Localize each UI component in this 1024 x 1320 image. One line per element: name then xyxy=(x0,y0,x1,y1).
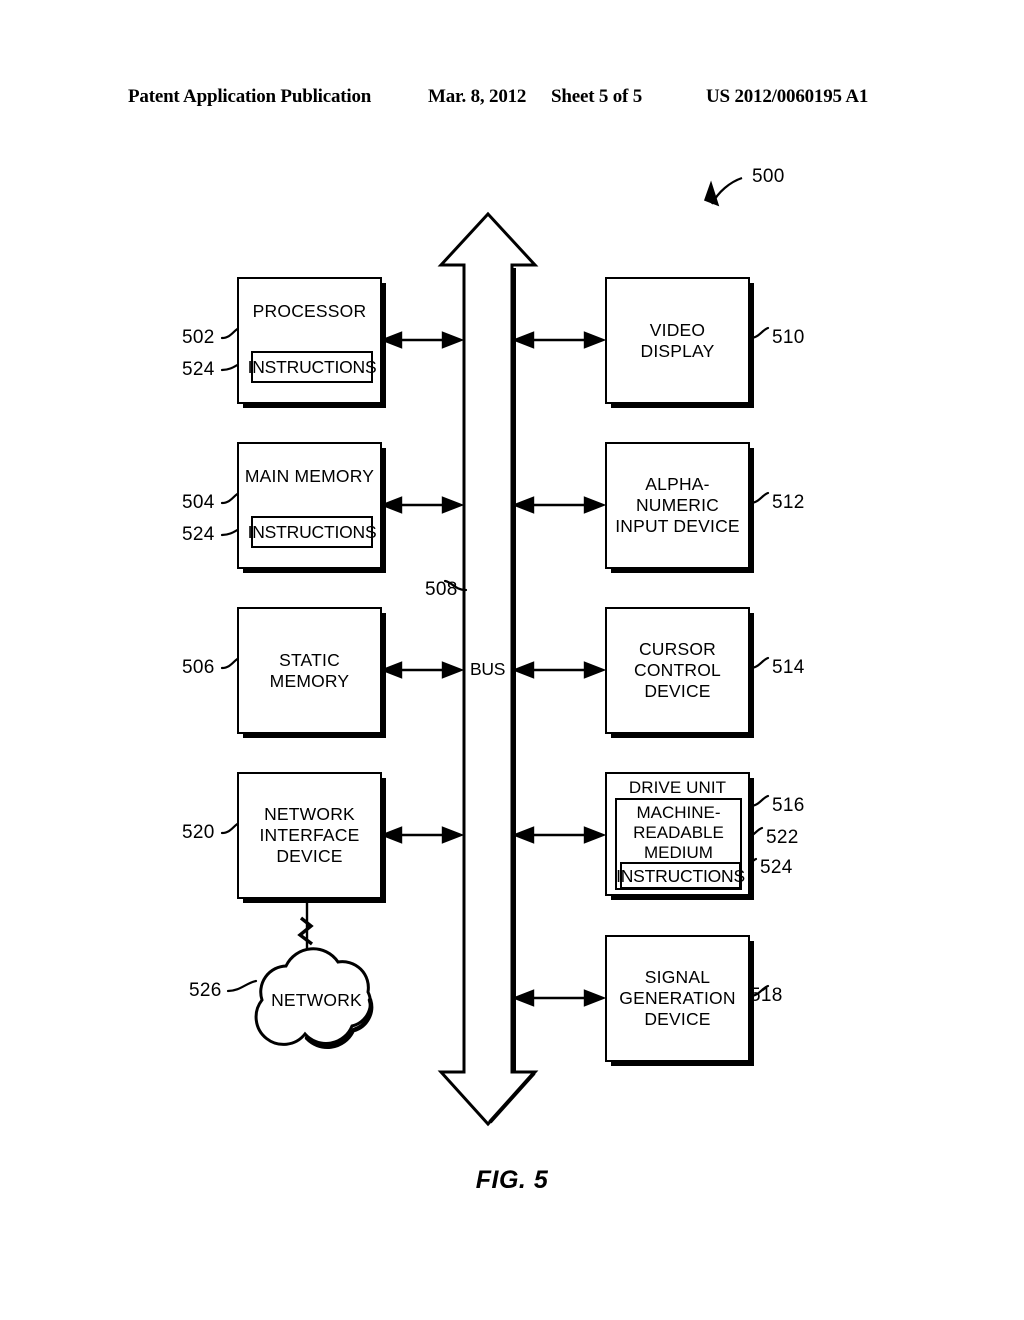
alpha-numeric-input-device-label: ALPHA-NUMERIC INPUT DEVICE xyxy=(615,474,740,536)
processor-label: PROCESSOR xyxy=(252,301,367,321)
network-cloud-label: NETWORK xyxy=(271,990,362,1010)
alpha-numeric-input-device-box[interactable]: ALPHA-NUMERIC INPUT DEVICE xyxy=(605,442,750,569)
static-memory-box[interactable]: STATIC MEMORY xyxy=(237,607,382,734)
ref-502: 502 xyxy=(182,327,215,348)
video-display-box[interactable]: VIDEO DISPLAY xyxy=(605,277,750,404)
connector-arrows-right xyxy=(511,331,607,1007)
ref-514: 514 xyxy=(772,657,805,678)
network-interface-device-box[interactable]: NETWORK INTERFACE DEVICE xyxy=(237,772,382,899)
drive-unit-title: DRIVE UNIT xyxy=(628,778,727,797)
ref-518: 518 xyxy=(750,985,783,1006)
bus-arrow-shadow xyxy=(488,268,536,1124)
video-display-label: VIDEO DISPLAY xyxy=(640,319,715,361)
signal-generation-device-box[interactable]: SIGNAL GENERATION DEVICE xyxy=(605,935,750,1062)
processor-instructions-label: INSTRUCTIONS xyxy=(247,357,377,377)
drive-unit-box[interactable]: DRIVE UNIT MACHINE- READABLE MEDIUM INST… xyxy=(605,772,750,896)
drive-unit-instructions-label: INSTRUCTIONS xyxy=(616,865,745,886)
machine-readable-medium-label: MACHINE- READABLE MEDIUM xyxy=(633,803,724,862)
cursor-control-device-label: CURSOR CONTROL DEVICE xyxy=(634,639,721,701)
lightning-bolt-icon xyxy=(297,916,314,946)
system-ref-leader xyxy=(711,176,743,205)
main-memory-box[interactable]: MAIN MEMORY INSTRUCTIONS xyxy=(237,442,382,569)
drive-unit-instructions-box[interactable]: INSTRUCTIONS xyxy=(616,862,745,889)
main-memory-label: MAIN MEMORY xyxy=(244,466,375,486)
processor-box[interactable]: PROCESSOR INSTRUCTIONS xyxy=(237,277,382,404)
ref-506: 506 xyxy=(182,657,215,678)
ref-524-main-memory: 524 xyxy=(182,524,215,545)
ref-500: 500 xyxy=(752,166,785,187)
ref-524-processor: 524 xyxy=(182,359,215,380)
patent-figure: PROCESSOR INSTRUCTIONS MAIN MEMORY INSTR… xyxy=(0,0,1024,1320)
bus-label: BUS xyxy=(470,659,506,679)
ref-526: 526 xyxy=(189,980,222,1001)
main-memory-instructions-label: INSTRUCTIONS xyxy=(247,522,377,542)
figure-caption: FIG. 5 xyxy=(475,1166,549,1194)
figure-line-art xyxy=(220,176,770,1127)
signal-generation-device-label: SIGNAL GENERATION DEVICE xyxy=(619,967,736,1029)
cursor-control-device-box[interactable]: CURSOR CONTROL DEVICE xyxy=(605,607,750,734)
processor-instructions-box[interactable]: INSTRUCTIONS xyxy=(248,351,377,383)
system-ref-arrowhead xyxy=(703,180,720,207)
network-interface-device-label: NETWORK INTERFACE DEVICE xyxy=(259,804,360,866)
ref-510: 510 xyxy=(772,327,805,348)
static-memory-label: STATIC MEMORY xyxy=(269,649,350,691)
ref-512: 512 xyxy=(772,492,805,513)
main-memory-instructions-box[interactable]: INSTRUCTIONS xyxy=(248,516,377,548)
ref-524-drive-unit: 524 xyxy=(760,857,793,878)
ref-508: 508 xyxy=(425,579,458,600)
machine-readable-medium-box[interactable]: MACHINE- READABLE MEDIUM INSTRUCTIONS xyxy=(615,798,745,890)
ref-516: 516 xyxy=(772,795,805,816)
ref-504: 504 xyxy=(182,492,215,513)
ref-522: 522 xyxy=(766,827,799,848)
ref-520: 520 xyxy=(182,822,215,843)
